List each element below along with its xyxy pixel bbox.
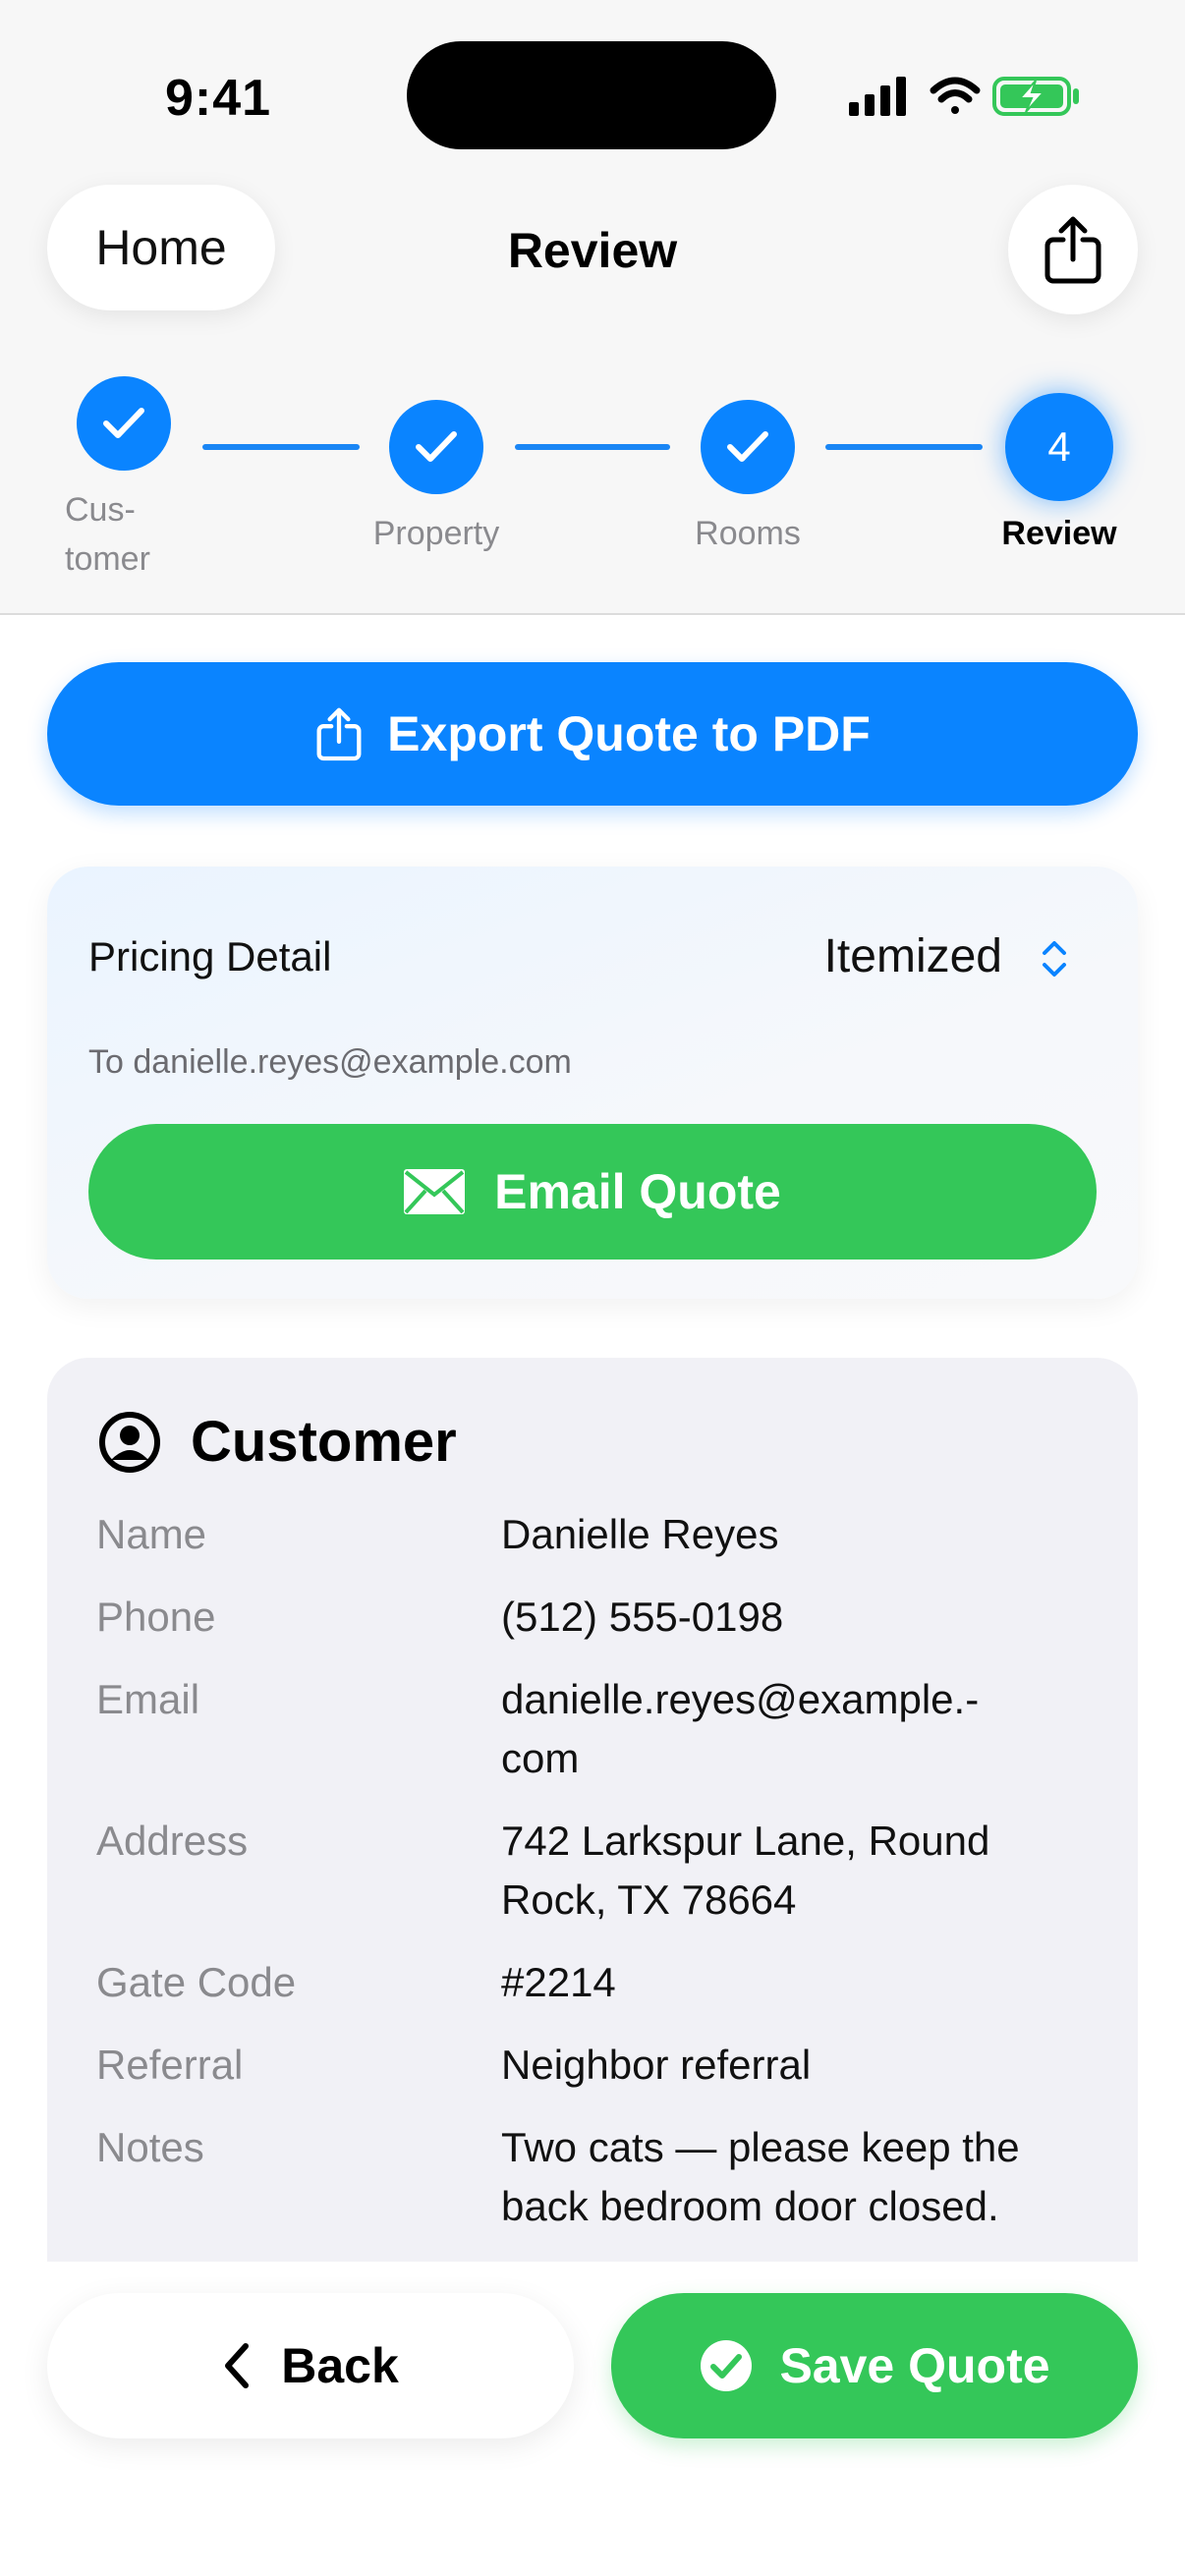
step-review-label: Review (1001, 515, 1117, 552)
back-button[interactable]: Back (47, 2293, 574, 2438)
export-pdf-button[interactable]: Export Quote to PDF (47, 662, 1138, 806)
envelope-icon (404, 1169, 466, 1214)
pricing-detail-select[interactable]: Itemized (824, 929, 1059, 983)
share-button[interactable] (1008, 185, 1138, 314)
chevron-left-icon (225, 2343, 250, 2388)
status-time: 9:41 (165, 70, 272, 127)
step-label-line: Cus- (65, 491, 136, 529)
customer-title: Customer (191, 1410, 457, 1474)
checkmark-circle-icon (701, 2340, 753, 2391)
status-icons (849, 77, 1079, 116)
step-rooms-label: Rooms (695, 515, 801, 552)
email-quote-button[interactable]: Email Quote (88, 1124, 1097, 1260)
share-icon (1044, 216, 1101, 284)
progress-stepper: Cus- tomer Property Rooms 4 Review (0, 369, 1185, 586)
battery-charging-icon (992, 77, 1079, 116)
field-value-line: Rock, TX 78664 (501, 1876, 797, 1923)
field-label: Name (96, 1511, 207, 1557)
field-value: 742 Larkspur Lane, Round Rock, TX 78664 (501, 1812, 1110, 1930)
field-value-line: danielle.reyes@example.- (501, 1676, 980, 1722)
field-label: Notes (96, 2124, 204, 2170)
step-customer[interactable] (77, 376, 171, 471)
customer-card: Customer Name Danielle Reyes Phone (512)… (47, 1358, 1138, 2262)
pricing-card: Pricing Detail Itemized To danielle.reye… (47, 867, 1138, 1299)
field-value-line: Two cats — please keep the (501, 2124, 1020, 2170)
save-quote-button[interactable]: Save Quote (611, 2293, 1138, 2438)
email-quote-label: Email Quote (494, 1164, 781, 1219)
field-value-line: 742 Larkspur Lane, Round (501, 1818, 990, 1864)
step-property[interactable] (389, 400, 483, 494)
field-label: Email (96, 1676, 200, 1722)
dynamic-island (407, 41, 776, 149)
chevron-up-down-icon (1043, 941, 1066, 977)
cellular-signal-icon (849, 77, 906, 116)
status-bar: 9:41 (0, 0, 1185, 187)
step-connector (515, 444, 670, 450)
customer-header: Customer (98, 1409, 457, 1475)
step-number: 4 (1047, 423, 1071, 470)
step-rooms[interactable] (701, 400, 795, 494)
share-icon (316, 707, 362, 761)
checkmark-icon (416, 431, 457, 462)
field-value-line: back bedroom door closed. (501, 2183, 999, 2229)
step-review[interactable]: 4 (1005, 393, 1113, 501)
step-label-line: tomer (65, 540, 150, 578)
wifi-icon (930, 77, 981, 114)
field-value: danielle.reyes@example.- com (501, 1670, 1110, 1788)
field-label: Referral (96, 2042, 244, 2088)
field-value: Danielle Reyes (501, 1511, 779, 1557)
pricing-detail-label: Pricing Detail (88, 933, 332, 980)
navigation-bar: Home Review (0, 177, 1185, 324)
person-circle-icon (99, 1411, 160, 1473)
field-value: #2214 (501, 1959, 616, 2005)
checkmark-icon (727, 431, 768, 462)
step-connector (202, 444, 360, 450)
field-value: Neighbor referral (501, 2042, 812, 2088)
email-recipient: To danielle.reyes@example.com (88, 1043, 572, 1081)
field-value: (512) 555-0198 (501, 1594, 784, 1640)
checkmark-icon (103, 408, 144, 438)
field-label: Gate Code (96, 1959, 297, 2005)
back-label: Back (281, 2338, 399, 2393)
step-customer-label: Cus- tomer (65, 485, 202, 584)
step-property-label: Property (372, 515, 500, 552)
field-label: Phone (96, 1594, 216, 1640)
field-value: Two cats — please keep the back bedroom … (501, 2118, 1110, 2236)
step-connector (825, 444, 983, 450)
pricing-detail-value: Itemized (823, 930, 1002, 982)
export-pdf-label: Export Quote to PDF (387, 706, 871, 761)
field-value-line: com (501, 1735, 580, 1781)
save-quote-label: Save Quote (779, 2338, 1050, 2393)
bottom-action-bar: Back Save Quote (0, 2260, 1185, 2576)
field-label: Address (96, 1818, 249, 1864)
